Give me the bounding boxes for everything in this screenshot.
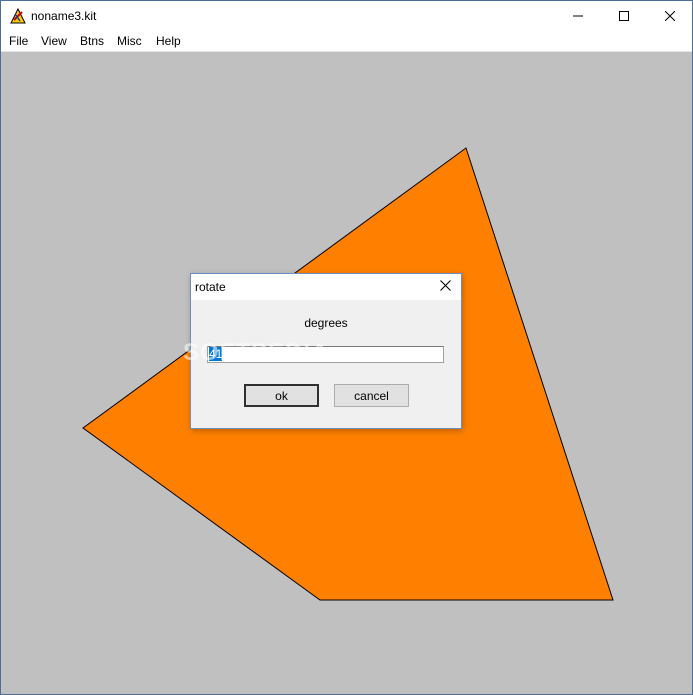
menu-file[interactable]: File (9, 34, 28, 48)
maximize-icon (619, 11, 629, 21)
cancel-button[interactable]: cancel (334, 384, 409, 407)
app-icon (10, 7, 26, 24)
degrees-input-value: 41 (209, 347, 223, 361)
title-bar[interactable]: noname3.kit (1, 1, 692, 31)
degrees-label: degrees (304, 316, 348, 330)
maximize-button[interactable] (601, 1, 647, 31)
rotate-dialog: rotate degrees 41 ok cancel (190, 273, 462, 429)
close-icon (665, 11, 675, 21)
minimize-button[interactable] (555, 1, 601, 31)
menu-misc[interactable]: Misc (117, 34, 142, 48)
ok-button[interactable]: ok (244, 384, 319, 407)
menu-btns[interactable]: Btns (80, 34, 104, 48)
minimize-icon (573, 11, 583, 21)
app-window: noname3.kit File View Btns Misc Help rot… (0, 0, 693, 695)
menu-bar: File View Btns Misc Help (1, 31, 692, 52)
close-button[interactable] (647, 1, 693, 31)
close-icon (439, 280, 451, 294)
menu-view[interactable]: View (41, 34, 67, 48)
menu-help[interactable]: Help (156, 34, 181, 48)
dialog-close-button[interactable] (429, 274, 461, 300)
dialog-title: rotate (195, 280, 226, 294)
degrees-input[interactable]: 41 (207, 346, 444, 363)
window-title: noname3.kit (31, 9, 97, 23)
dialog-title-bar[interactable]: rotate (191, 274, 461, 300)
